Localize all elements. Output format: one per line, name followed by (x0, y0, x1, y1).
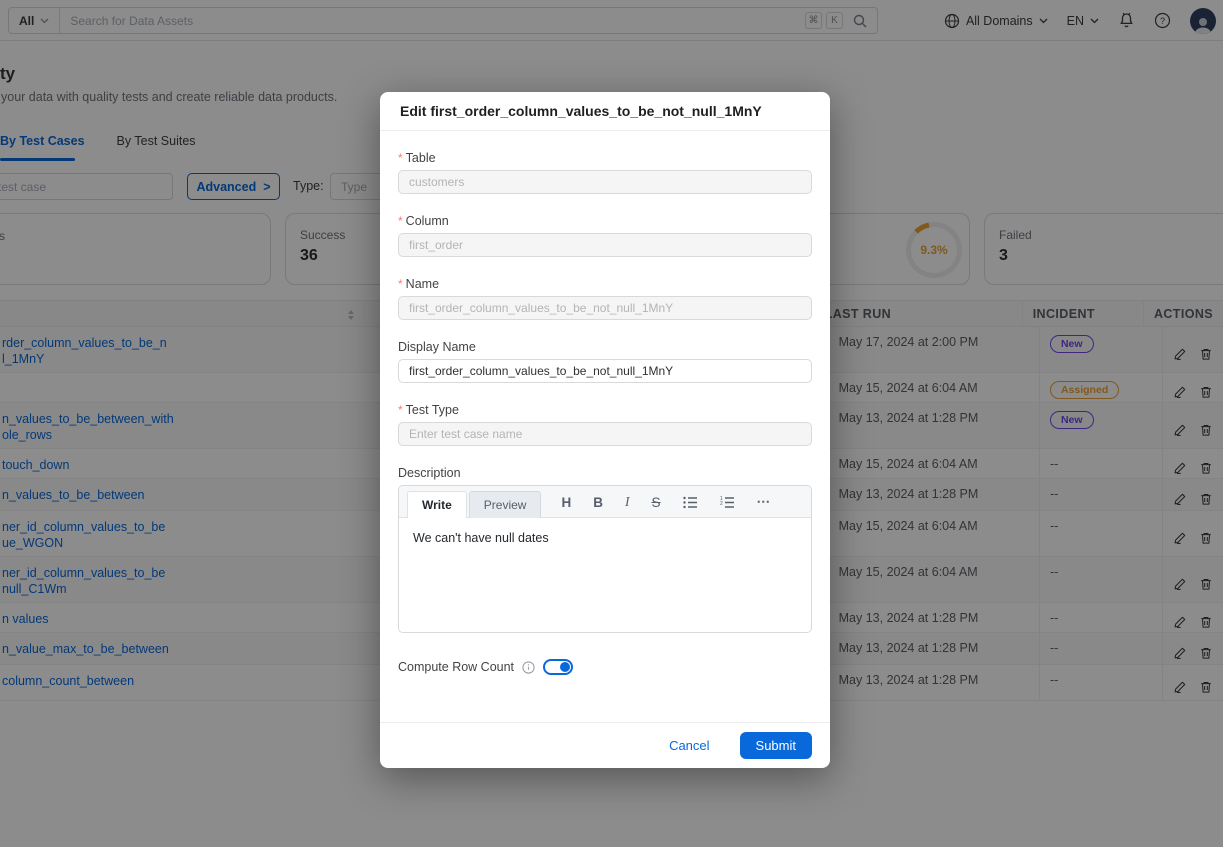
test-type-field-input (398, 422, 812, 446)
name-field-label: Name (406, 277, 439, 291)
numbered-list-icon[interactable]: 12 (720, 496, 735, 509)
table-field-input (398, 170, 812, 194)
test-type-field-label: Test Type (406, 403, 459, 417)
column-field-label: Column (406, 214, 449, 228)
toggle-knob (560, 662, 570, 672)
table-field-label: Table (406, 151, 436, 165)
field-table: * Table (398, 151, 812, 194)
field-display-name: Display Name (398, 340, 812, 383)
markdown-editor: Write Preview H B I S 12 ⋯ We can't have null… (398, 485, 812, 633)
modal-title: Edit first_order_column_values_to_be_not… (380, 92, 830, 131)
required-marker: * (398, 403, 403, 417)
modal-body: * Table * Column * Name (380, 131, 830, 722)
description-editor-content[interactable]: We can't have null dates (399, 518, 811, 633)
display-name-field-label: Display Name (398, 340, 476, 354)
required-marker: * (398, 214, 403, 228)
field-name: * Name (398, 277, 812, 320)
field-test-type: * Test Type (398, 403, 812, 446)
field-description: Description Write Preview H B I S 12 ⋯ We can… (398, 466, 812, 633)
display-name-field-input[interactable] (398, 359, 812, 383)
bullet-list-icon[interactable] (683, 496, 698, 509)
heading-icon[interactable]: H (561, 495, 571, 510)
required-marker: * (398, 151, 403, 165)
field-column: * Column (398, 214, 812, 257)
cancel-button[interactable]: Cancel (663, 737, 715, 754)
italic-icon[interactable]: I (625, 494, 630, 510)
write-tab[interactable]: Write (407, 491, 467, 518)
preview-tab[interactable]: Preview (469, 491, 542, 518)
svg-text:2: 2 (720, 501, 723, 507)
modal-footer: Cancel Submit (380, 722, 830, 768)
compute-row-count-row: Compute Row Count (398, 659, 812, 675)
required-marker: * (398, 277, 403, 291)
description-field-label: Description (398, 466, 461, 480)
app-screen: All ⌘ K All Domains (0, 0, 1223, 847)
column-field-input (398, 233, 812, 257)
bold-icon[interactable]: B (593, 495, 603, 510)
edit-test-case-modal: Edit first_order_column_values_to_be_not… (380, 92, 830, 768)
editor-tools: H B I S 12 ⋯ (561, 494, 771, 517)
compute-row-count-toggle[interactable] (543, 659, 573, 675)
editor-toolbar: Write Preview H B I S 12 ⋯ (399, 486, 811, 518)
strikethrough-icon[interactable]: S (651, 495, 660, 510)
submit-button[interactable]: Submit (740, 732, 812, 759)
info-icon (522, 661, 535, 674)
more-icon[interactable]: ⋯ (757, 494, 772, 510)
compute-row-count-label: Compute Row Count (398, 660, 514, 674)
name-field-input (398, 296, 812, 320)
